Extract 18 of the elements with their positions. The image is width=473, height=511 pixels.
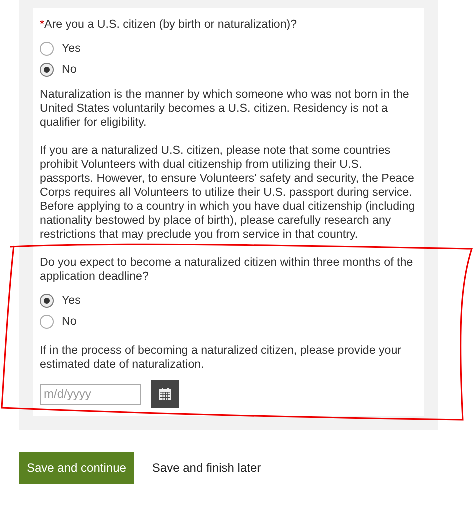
calendar-icon [158, 388, 172, 400]
date-prompt: If in the process of becoming a naturalized citizen, please provide your estimated date of naturalization. [40, 344, 403, 372]
save-continue-button[interactable]: Save and continue [19, 452, 134, 484]
option-label[interactable]: Yes [62, 294, 81, 308]
calendar-button[interactable] [151, 380, 179, 408]
radio-button[interactable] [40, 314, 54, 328]
option-label[interactable]: No [62, 314, 77, 328]
question-label: Do you expect to become a naturalized citizen within three months of the application deadline? [40, 256, 414, 284]
radio-button[interactable] [40, 42, 54, 56]
radio-button[interactable] [40, 294, 54, 308]
info-paragraph: If you are a naturalized U.S. citizen, please note that some countries prohibit Volunteers with dual citizenship from utilizing their U.S. passports. However, to ensure Volunteers' safety and security, the Peace Corps requires all Volunteers to utilize their U.S. passport during service. Before applying to a country in which you have dual citizenship (including nationality bestowed by place of birth), please carefully research any restrictions that may preclude you from service in that country. [40, 144, 416, 242]
option-label[interactable]: Yes [62, 42, 81, 56]
date-field[interactable]: m/d/yyyy [40, 384, 141, 404]
info-paragraph: Naturalization is the manner by which someone who was not born in the United States voluntarily becomes a U.S. citizen. Residency is not a qualifier for eligibility. [40, 88, 410, 130]
option-label[interactable]: No [62, 62, 77, 76]
question-label: *Are you a U.S. citizen (by birth or naturalization)? [40, 18, 298, 32]
radio-button[interactable] [40, 62, 54, 76]
save-later-link[interactable]: Save and finish later [151, 458, 262, 478]
